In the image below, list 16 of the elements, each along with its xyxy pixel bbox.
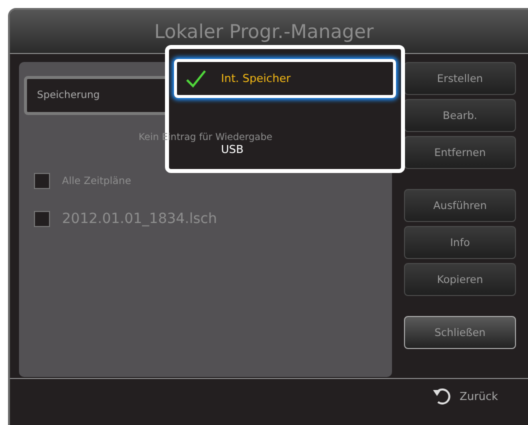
back-button[interactable]: Zurück — [432, 387, 498, 405]
back-icon — [432, 387, 452, 405]
action-button[interactable]: Ausführen — [404, 189, 516, 222]
check-icon — [185, 68, 207, 88]
action-button[interactable]: Entfernen — [404, 136, 516, 169]
action-button[interactable]: Schließen — [404, 316, 516, 349]
window-title: Lokaler Progr.-Manager — [10, 10, 528, 54]
checkbox[interactable] — [34, 211, 50, 227]
checkbox[interactable] — [34, 173, 50, 189]
action-button[interactable]: Erstellen — [404, 62, 516, 95]
action-button[interactable]: Bearb. — [404, 99, 516, 132]
dropdown-option[interactable]: Int. Speicher — [174, 59, 396, 98]
list-item-label: 2012.01.01_1834.lsch — [62, 211, 217, 227]
action-button[interactable]: Info — [404, 226, 516, 259]
action-button[interactable]: Kopieren — [404, 263, 516, 296]
list-item-label: Alle Zeitpläne — [62, 176, 132, 186]
